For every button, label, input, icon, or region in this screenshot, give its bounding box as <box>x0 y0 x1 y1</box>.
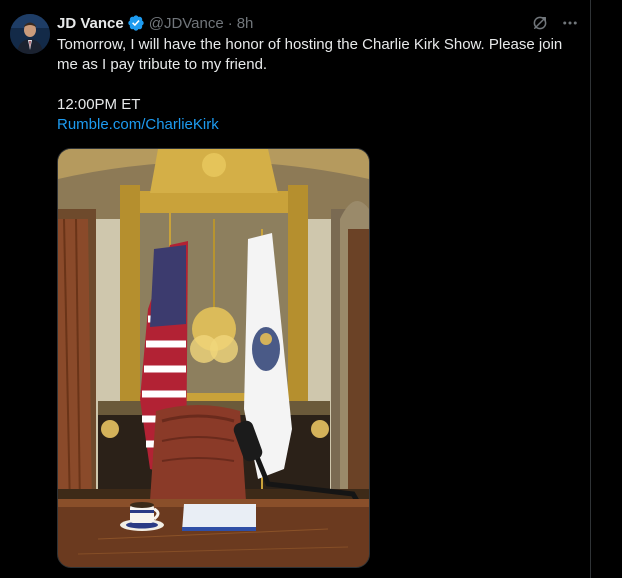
timestamp[interactable]: 8h <box>237 15 254 32</box>
grok-icon[interactable] <box>530 13 550 33</box>
separator-dot: · <box>227 14 233 32</box>
avatar[interactable] <box>10 14 50 54</box>
tweet-media-photo[interactable] <box>57 148 370 568</box>
tweet-header: JD Vance @JDVance · 8h <box>57 13 253 33</box>
office-photo <box>58 149 369 567</box>
author-name[interactable]: JD Vance <box>57 15 124 32</box>
author-handle[interactable]: @JDVance <box>149 15 224 32</box>
tweet-text-line: Tomorrow, I will have the honor of hosti… <box>57 36 563 53</box>
tweet-link[interactable]: Rumble.com/CharlieKirk <box>57 115 582 135</box>
tweet-time-line: 12:00PM ET <box>57 96 141 113</box>
timeline-divider <box>590 0 591 578</box>
tweet-top-actions <box>530 13 580 33</box>
tweet[interactable]: JD Vance @JDVance · 8h Tomorrow, I will … <box>0 0 590 578</box>
more-icon[interactable] <box>560 13 580 33</box>
tweet-text: Tomorrow, I will have the honor of hosti… <box>57 35 582 135</box>
tweet-text-line: me as I pay tribute to my friend. <box>57 56 268 73</box>
verified-badge-icon <box>127 14 145 32</box>
